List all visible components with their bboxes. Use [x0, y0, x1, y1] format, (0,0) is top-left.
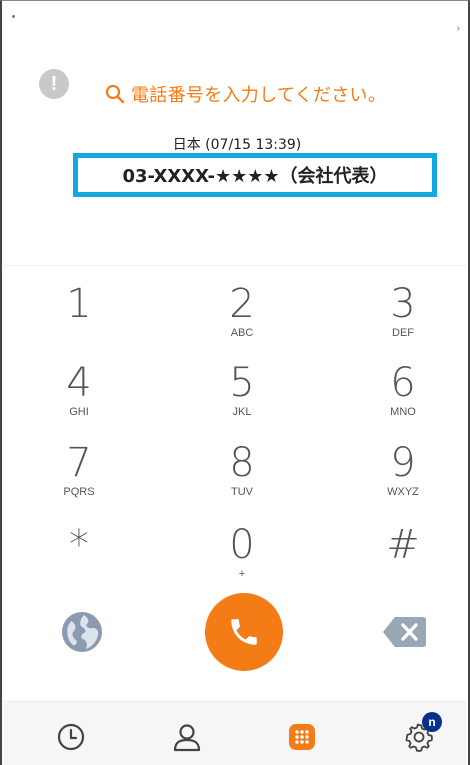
- nav-history[interactable]: [54, 720, 88, 754]
- backspace-icon: [383, 617, 426, 647]
- key-letters: PQRS: [63, 486, 95, 498]
- key-7[interactable]: 7 PQRS: [19, 441, 139, 517]
- international-button[interactable]: [59, 609, 105, 655]
- key-6[interactable]: 6 MNO: [343, 361, 463, 437]
- key-digit: 9: [390, 440, 416, 486]
- key-digit: #: [386, 522, 420, 568]
- key-letters: ABC: [230, 327, 254, 339]
- status-chevron: ›: [456, 23, 460, 34]
- key-digit: 8: [229, 440, 255, 486]
- key-1[interactable]: 1: [19, 282, 139, 358]
- app-window: › ! 電話番号を入力してください。 日本 (07/15 13:39) 03-X…: [0, 0, 470, 765]
- search-icon: [105, 84, 125, 104]
- divider: [4, 265, 466, 266]
- alert-icon[interactable]: !: [39, 69, 69, 99]
- phone-number-display[interactable]: 03-XXXX-★★★★（会社代表）: [73, 153, 437, 197]
- key-digit: 3: [390, 281, 416, 327]
- key-digit: 2: [229, 281, 255, 327]
- key-digit: *: [69, 522, 89, 568]
- contacts-icon: [173, 724, 201, 752]
- nav-contacts[interactable]: [170, 720, 204, 754]
- key-letters: JKL: [232, 406, 252, 418]
- key-letters: WXYZ: [387, 486, 419, 498]
- key-9[interactable]: 9 WXYZ: [343, 441, 463, 517]
- key-digit: 4: [66, 360, 92, 406]
- key-letters: MNO: [390, 406, 416, 418]
- key-letters: +: [238, 568, 246, 580]
- key-4[interactable]: 4 GHI: [19, 361, 139, 437]
- country-datetime: 日本 (07/15 13:39): [172, 137, 302, 153]
- key-letters: GHI: [69, 406, 89, 418]
- key-hash[interactable]: #: [343, 523, 463, 599]
- key-digit: 7: [66, 440, 92, 486]
- key-digit: 6: [390, 360, 416, 406]
- backspace-button[interactable]: [381, 615, 427, 649]
- key-letters: TUV: [231, 486, 253, 498]
- nav-dialpad[interactable]: [285, 720, 319, 754]
- call-button[interactable]: [205, 593, 283, 671]
- key-digit: 0: [229, 522, 255, 568]
- number-prompt: 電話番号を入力してください。: [105, 79, 386, 109]
- globe-icon: [62, 612, 102, 652]
- key-3[interactable]: 3 DEF: [343, 282, 463, 358]
- key-digit: 5: [229, 360, 255, 406]
- phone-icon: [231, 619, 257, 645]
- dialpad-icon: [289, 724, 315, 750]
- history-icon: [57, 723, 85, 751]
- key-2[interactable]: 2 ABC: [182, 282, 302, 358]
- key-8[interactable]: 8 TUV: [182, 441, 302, 517]
- bottom-navigation: n: [4, 701, 466, 765]
- key-digit: 1: [66, 281, 92, 327]
- key-star[interactable]: *: [19, 523, 139, 599]
- nav-settings[interactable]: n: [402, 712, 442, 754]
- key-letters: DEF: [392, 327, 414, 339]
- status-dot: [12, 15, 15, 18]
- key-0[interactable]: 0 +: [182, 523, 302, 599]
- prompt-text: 電話番号を入力してください。: [131, 85, 387, 106]
- phone-number-text: 03-XXXX-★★★★（会社代表）: [122, 166, 388, 187]
- notification-badge: n: [422, 712, 442, 732]
- key-5[interactable]: 5 JKL: [182, 361, 302, 437]
